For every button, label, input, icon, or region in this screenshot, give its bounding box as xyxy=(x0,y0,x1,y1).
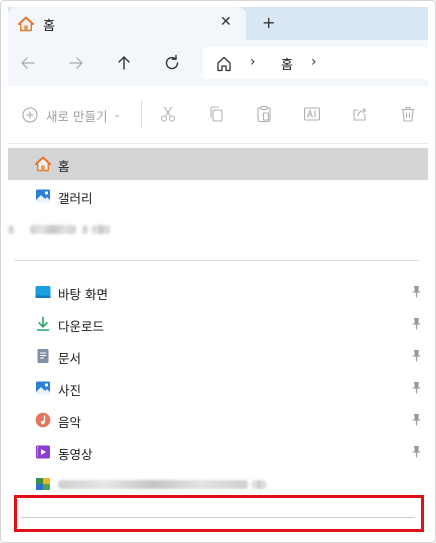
redacted-text xyxy=(8,225,14,234)
chevron-down-icon: ⌄ xyxy=(113,110,122,120)
nav-item-label: 음악 xyxy=(58,415,82,430)
home-icon xyxy=(18,16,34,32)
home-outline-icon[interactable] xyxy=(215,55,233,73)
nav-item-gallery[interactable]: 갤러리 xyxy=(8,180,428,212)
new-tab-button[interactable]: + xyxy=(262,13,275,32)
pin-icon[interactable] xyxy=(411,413,422,426)
delete-icon[interactable] xyxy=(399,105,417,123)
nav-item-home[interactable]: 홈 xyxy=(8,148,428,180)
nav-item-label: 사진 xyxy=(58,383,82,398)
tab-home[interactable]: 홈 ✕ xyxy=(8,7,246,40)
plus-circle-icon xyxy=(22,107,38,123)
nav-item-music[interactable]: 음악 xyxy=(8,404,428,436)
nav-item-downloads[interactable]: 다운로드 xyxy=(8,308,428,340)
breadcrumb-chevron[interactable]: › xyxy=(250,54,256,70)
videos-icon xyxy=(36,445,50,459)
nav-item-pictures[interactable]: 사진 xyxy=(8,372,428,404)
documents-icon xyxy=(37,349,49,363)
cloud-drive-icon xyxy=(36,478,50,490)
pin-icon[interactable] xyxy=(411,349,422,362)
redacted-text xyxy=(92,225,110,234)
nav-item-desktop[interactable]: 바탕 화면 xyxy=(8,276,428,308)
new-button[interactable]: 새로 만들기 ⌄ xyxy=(22,105,121,125)
pin-icon[interactable] xyxy=(411,445,422,458)
nav-item-redacted-account[interactable] xyxy=(8,213,428,245)
command-toolbar: 새로 만들기 ⌄ xyxy=(8,86,428,144)
pin-icon[interactable] xyxy=(411,381,422,394)
highlight-box xyxy=(14,495,424,532)
nav-item-label: 바탕 화면 xyxy=(58,287,108,302)
forward-arrow-icon[interactable] xyxy=(66,53,86,73)
navigation-bar: › 홈 › xyxy=(8,40,428,86)
up-arrow-icon[interactable] xyxy=(114,53,134,73)
copy-icon[interactable] xyxy=(207,105,225,123)
nav-item-label: 갤러리 xyxy=(58,191,93,206)
file-explorer-window: 홈 ✕ + › 홈 › 새로 만들기 ⌄ 홈 갤러리 바탕 화면 다운로드 문서… xyxy=(0,0,436,543)
nav-item-label: 동영상 xyxy=(58,447,93,462)
rename-icon[interactable] xyxy=(303,105,321,123)
breadcrumb-home[interactable]: 홈 xyxy=(281,54,293,73)
gallery-icon xyxy=(36,189,50,203)
music-icon xyxy=(35,412,51,428)
close-tab-icon[interactable]: ✕ xyxy=(220,14,232,30)
breadcrumb-chevron[interactable]: › xyxy=(311,54,317,70)
pin-icon[interactable] xyxy=(411,317,422,330)
nav-item-label: 문서 xyxy=(58,351,82,366)
nav-item-videos[interactable]: 동영상 xyxy=(8,436,428,468)
pin-icon[interactable] xyxy=(411,285,422,298)
home-icon xyxy=(35,156,51,172)
cut-icon[interactable] xyxy=(159,105,177,123)
redacted-text xyxy=(58,480,248,489)
pictures-icon xyxy=(36,381,50,395)
nav-item-label: 홈 xyxy=(58,159,70,174)
tab-title: 홈 xyxy=(43,19,55,34)
nav-item-label: 다운로드 xyxy=(58,319,105,334)
back-arrow-icon[interactable] xyxy=(18,53,38,73)
download-icon xyxy=(36,316,50,331)
navigation-pane: 홈 갤러리 바탕 화면 다운로드 문서 사진 음악 동영상 xyxy=(8,144,428,535)
new-button-label: 새로 만들기 xyxy=(46,108,108,124)
toolbar-divider xyxy=(141,100,142,128)
paste-icon[interactable] xyxy=(255,105,273,123)
share-icon[interactable] xyxy=(351,105,369,123)
desktop-icon xyxy=(35,286,51,298)
address-bar[interactable]: › 홈 › xyxy=(203,47,428,79)
section-divider xyxy=(14,260,419,261)
redacted-text xyxy=(252,480,266,489)
redacted-text xyxy=(30,225,76,234)
tab-strip: 홈 ✕ + xyxy=(8,7,428,40)
nav-item-documents[interactable]: 문서 xyxy=(8,340,428,372)
refresh-icon[interactable] xyxy=(162,53,182,73)
redacted-text xyxy=(82,225,88,234)
